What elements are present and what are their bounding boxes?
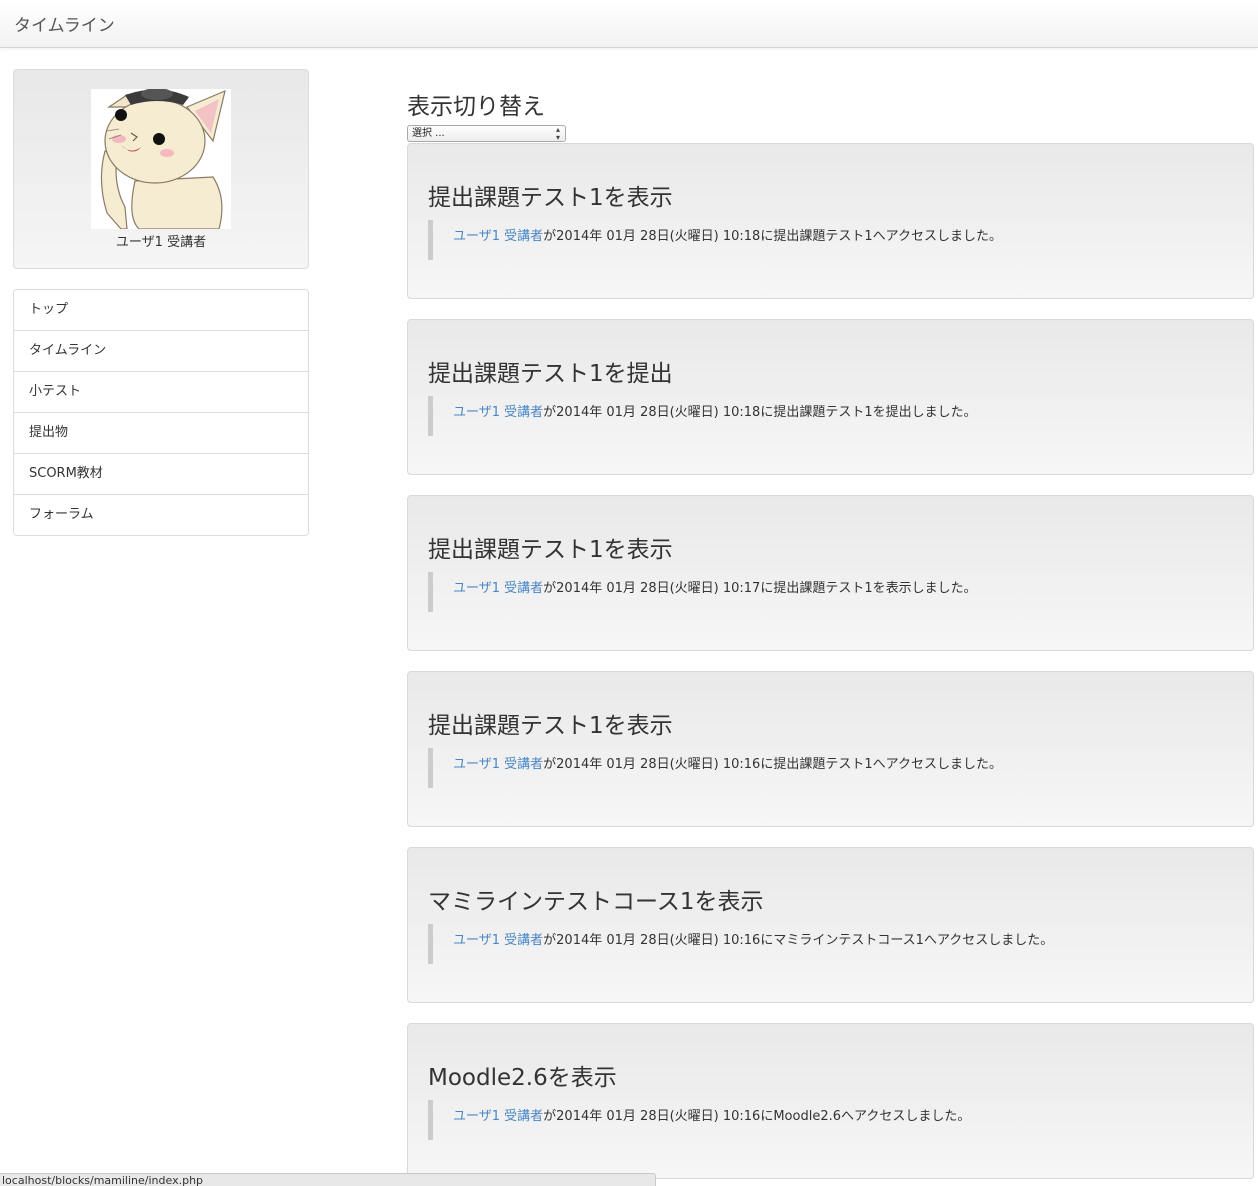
event-description: ユーザ1 受講者が2014年 01月 28日(火曜日) 10:16にMoodle… <box>428 1100 970 1140</box>
event-title: 提出課題テスト1を表示 <box>428 537 673 563</box>
filter-title: 表示切り替え <box>407 94 545 120</box>
cat-avatar-icon <box>100 89 226 229</box>
event-description: ユーザ1 受講者が2014年 01月 28日(火曜日) 10:16に提出課題テス… <box>428 748 1002 788</box>
sidebar-nav: トップ タイムライン 小テスト 提出物 SCORM教材 フォーラム <box>13 289 309 536</box>
event-description: ユーザ1 受講者が2014年 01月 28日(火曜日) 10:18に提出課題テス… <box>428 396 977 436</box>
event-title: Moodle2.6を表示 <box>428 1065 617 1091</box>
event-user-link[interactable]: ユーザ1 受講者 <box>453 229 543 244</box>
sidebar-item-timeline[interactable]: タイムライン <box>14 330 308 371</box>
sidebar-item-assignment[interactable]: 提出物 <box>14 412 308 453</box>
timeline-event: 提出課題テスト1を表示 ユーザ1 受講者が2014年 01月 28日(火曜日) … <box>407 143 1254 299</box>
sidebar-item-quiz[interactable]: 小テスト <box>14 371 308 412</box>
timeline-event: Moodle2.6を表示 ユーザ1 受講者が2014年 01月 28日(火曜日)… <box>407 1023 1254 1179</box>
event-title: マミラインテストコース1を表示 <box>428 889 764 915</box>
event-text: が2014年 01月 28日(火曜日) 10:18に提出課題テスト1を提出しまし… <box>543 405 977 420</box>
event-title: 提出課題テスト1を表示 <box>428 713 673 739</box>
display-filter-select[interactable]: 選択 ... ▴ ▾ <box>407 125 566 142</box>
event-text: が2014年 01月 28日(火曜日) 10:17に提出課題テスト1を表示しまし… <box>543 581 977 596</box>
event-description: ユーザ1 受講者が2014年 01月 28日(火曜日) 10:17に提出課題テス… <box>428 572 977 612</box>
timeline-event: 提出課題テスト1を提出 ユーザ1 受講者が2014年 01月 28日(火曜日) … <box>407 319 1254 475</box>
event-user-link[interactable]: ユーザ1 受講者 <box>453 933 543 948</box>
event-description: ユーザ1 受講者が2014年 01月 28日(火曜日) 10:16にマミラインテ… <box>428 924 1053 964</box>
timeline-event: 提出課題テスト1を表示 ユーザ1 受講者が2014年 01月 28日(火曜日) … <box>407 495 1254 651</box>
navbar-brand[interactable]: タイムライン <box>14 11 115 36</box>
event-title: 提出課題テスト1を表示 <box>428 185 673 211</box>
sidebar-item-scorm[interactable]: SCORM教材 <box>14 453 308 494</box>
event-title: 提出課題テスト1を提出 <box>428 361 673 387</box>
event-text: が2014年 01月 28日(火曜日) 10:16にマミラインテストコース1へア… <box>543 933 1054 948</box>
event-description: ユーザ1 受講者が2014年 01月 28日(火曜日) 10:18に提出課題テス… <box>428 220 1002 260</box>
browser-status-bar: localhost/blocks/mamiline/index.php <box>0 1173 656 1186</box>
sidebar-item-forum[interactable]: フォーラム <box>14 494 308 535</box>
select-arrows-icon: ▴ ▾ <box>555 125 560 142</box>
sidebar-item-top[interactable]: トップ <box>14 290 308 330</box>
profile-name[interactable]: ユーザ1 受講者 <box>14 231 308 250</box>
event-text: が2014年 01月 28日(火曜日) 10:18に提出課題テスト1へアクセスし… <box>543 229 1002 244</box>
event-user-link[interactable]: ユーザ1 受講者 <box>453 757 543 772</box>
event-user-link[interactable]: ユーザ1 受講者 <box>453 581 543 596</box>
event-text: が2014年 01月 28日(火曜日) 10:16に提出課題テスト1へアクセスし… <box>543 757 1002 772</box>
avatar <box>91 89 231 229</box>
event-user-link[interactable]: ユーザ1 受講者 <box>453 405 543 420</box>
filter-selected-value: 選択 ... <box>412 128 445 139</box>
event-user-link[interactable]: ユーザ1 受講者 <box>453 1109 543 1124</box>
top-navbar: タイムライン <box>0 0 1258 48</box>
profile-card: ユーザ1 受講者 <box>13 69 309 269</box>
timeline-event: マミラインテストコース1を表示 ユーザ1 受講者が2014年 01月 28日(火… <box>407 847 1254 1003</box>
timeline-event: 提出課題テスト1を表示 ユーザ1 受講者が2014年 01月 28日(火曜日) … <box>407 671 1254 827</box>
event-text: が2014年 01月 28日(火曜日) 10:16にMoodle2.6へアクセス… <box>543 1109 971 1124</box>
